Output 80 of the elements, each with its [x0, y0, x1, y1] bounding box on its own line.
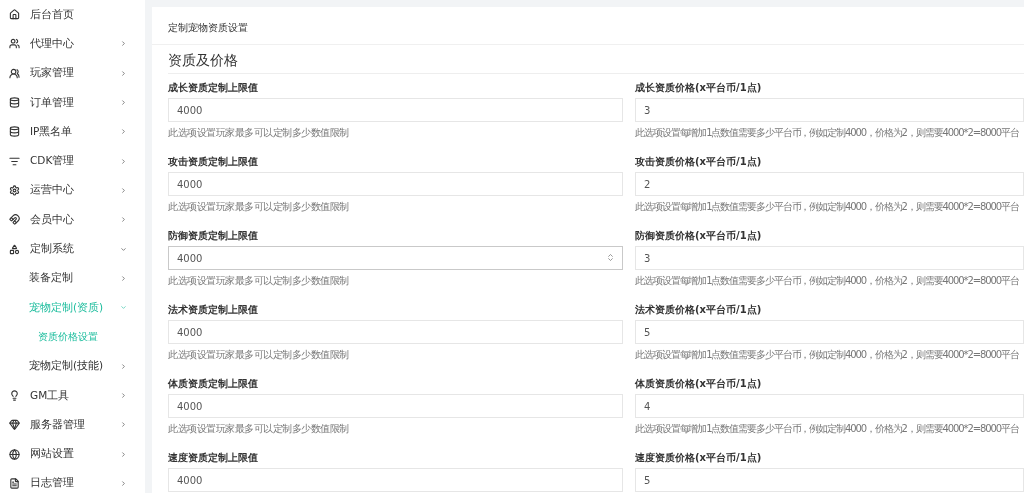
field-label: 体质资质定制上限值: [168, 377, 259, 391]
field-label: 攻击资质定制上限值: [168, 155, 259, 169]
field-label: 攻击资质价格(x平台币/1点): [635, 155, 763, 169]
gem-icon: [9, 419, 20, 431]
sidebar-item[interactable]: 后台首页: [0, 0, 145, 30]
field-hint: 此选项设置每增加1点数值需要多少平台币，例如定制4000，价格为2，则需要4000*2=8000平台: [635, 126, 1020, 140]
shapes-icon: [9, 243, 20, 255]
input-field[interactable]: 4000: [168, 394, 623, 418]
field-hint: 此选项设置玩家最多可以定制多少数值限制: [168, 126, 350, 140]
sidebar-item[interactable]: 装备定制: [0, 263, 145, 293]
sidebar-item[interactable]: 订单管理: [0, 87, 145, 118]
field-label: 体质资质价格(x平台币/1点): [635, 377, 763, 391]
chevron-right-icon: [120, 450, 127, 458]
sidebar-item[interactable]: 代理中心: [0, 29, 145, 59]
field-hint: 此选项设置每增加1点数值需要多少平台币，例如定制4000，价格为2，则需要4000*2=8000平台: [635, 422, 1020, 436]
card-title: 定制宠物资质设置: [168, 22, 248, 33]
field-label: 法术资质定制上限值: [168, 303, 259, 317]
home-icon: [9, 9, 20, 21]
sidebar-item[interactable]: 日志管理: [0, 468, 145, 493]
chevron-right-icon: [120, 128, 127, 136]
chevron-right-icon: [120, 392, 127, 399]
input-field[interactable]: 4: [635, 394, 1024, 418]
field-hint: 此选项设置玩家最多可以定制多少数值限制: [168, 348, 350, 362]
input-field[interactable]: 4000: [168, 246, 623, 270]
input-field[interactable]: 4000: [168, 320, 623, 344]
input-field[interactable]: 2: [635, 172, 1024, 196]
field-label: 成长资质价格(x平台币/1点): [635, 81, 763, 95]
users-icon: [9, 38, 20, 50]
sidebar-item[interactable]: 定制系统: [0, 234, 145, 264]
magnet-icon: [9, 214, 20, 226]
chevron-right-icon: [120, 40, 127, 48]
input-field[interactable]: 4000: [168, 98, 623, 122]
chevron-right-icon: [120, 274, 127, 282]
field-hint: 此选项设置每增加1点数值需要多少平台币，例如定制4000，价格为2，则需要4000*2=8000平台: [635, 274, 1020, 288]
field-label: 速度资质价格(x平台币/1点): [635, 451, 763, 465]
sidebar-item[interactable]: 宠物定制(技能): [0, 351, 145, 381]
chevron-right-icon: [120, 362, 127, 370]
field-label: 成长资质定制上限值: [168, 81, 259, 95]
sidebar-item[interactable]: CDK管理: [0, 146, 145, 176]
chevron-down-icon: [120, 245, 127, 253]
chevron-right-icon: [120, 421, 127, 429]
field-hint: 此选项设置玩家最多可以定制多少数值限制: [168, 422, 350, 436]
field-label: 法术资质价格(x平台币/1点): [635, 303, 763, 317]
input-field[interactable]: 5: [635, 468, 1024, 492]
people-icon: [9, 67, 20, 79]
document-icon: [9, 477, 20, 489]
input-field[interactable]: 5: [635, 320, 1024, 344]
chevron-right-icon: [120, 99, 127, 107]
field-hint: 此选项设置玩家最多可以定制多少数值限制: [168, 274, 350, 288]
lightbulb-icon: [9, 390, 20, 401]
sidebar-item[interactable]: IP黑名单: [0, 117, 145, 147]
chevron-right-icon: [120, 479, 127, 487]
chevron-down-icon: [120, 304, 127, 312]
field-hint: 此选项设置每增加1点数值需要多少平台币，例如定制4000，价格为2，则需要4000*2=8000平台: [635, 200, 1020, 214]
section-title: 资质及价格: [168, 52, 1024, 74]
input-field[interactable]: 4000: [168, 468, 623, 492]
chevron-right-icon: [120, 157, 127, 165]
settings-icon: [9, 184, 20, 196]
field-hint: 此选项设置每增加1点数值需要多少平台币，例如定制4000，价格为2，则需要4000*2=8000平台: [635, 348, 1020, 362]
sidebar-item[interactable]: 服务器管理: [0, 410, 145, 440]
sidebar-item[interactable]: GM工具: [0, 380, 145, 411]
database-icon: [9, 97, 20, 109]
sidebar-item[interactable]: 运营中心: [0, 175, 145, 206]
database-icon: [9, 126, 20, 138]
sidebar-item[interactable]: 玩家管理: [0, 58, 145, 88]
list-icon: [9, 155, 20, 167]
sidebar-item[interactable]: 网站设置: [0, 439, 145, 469]
input-field[interactable]: 3: [635, 246, 1024, 270]
input-field[interactable]: 4000: [168, 172, 623, 196]
globe-icon: [9, 448, 20, 460]
chevron-right-icon: [120, 216, 127, 224]
field-label: 速度资质定制上限值: [168, 451, 259, 465]
chevron-right-icon: [120, 69, 127, 77]
field-hint: 此选项设置玩家最多可以定制多少数值限制: [168, 200, 350, 214]
chevron-right-icon: [120, 186, 127, 194]
field-label: 防御资质价格(x平台币/1点): [635, 229, 763, 243]
sidebar-item[interactable]: 会员中心: [0, 205, 145, 235]
field-label: 防御资质定制上限值: [168, 229, 259, 243]
input-field[interactable]: 3: [635, 98, 1024, 122]
spinner-icon[interactable]: [606, 253, 615, 262]
